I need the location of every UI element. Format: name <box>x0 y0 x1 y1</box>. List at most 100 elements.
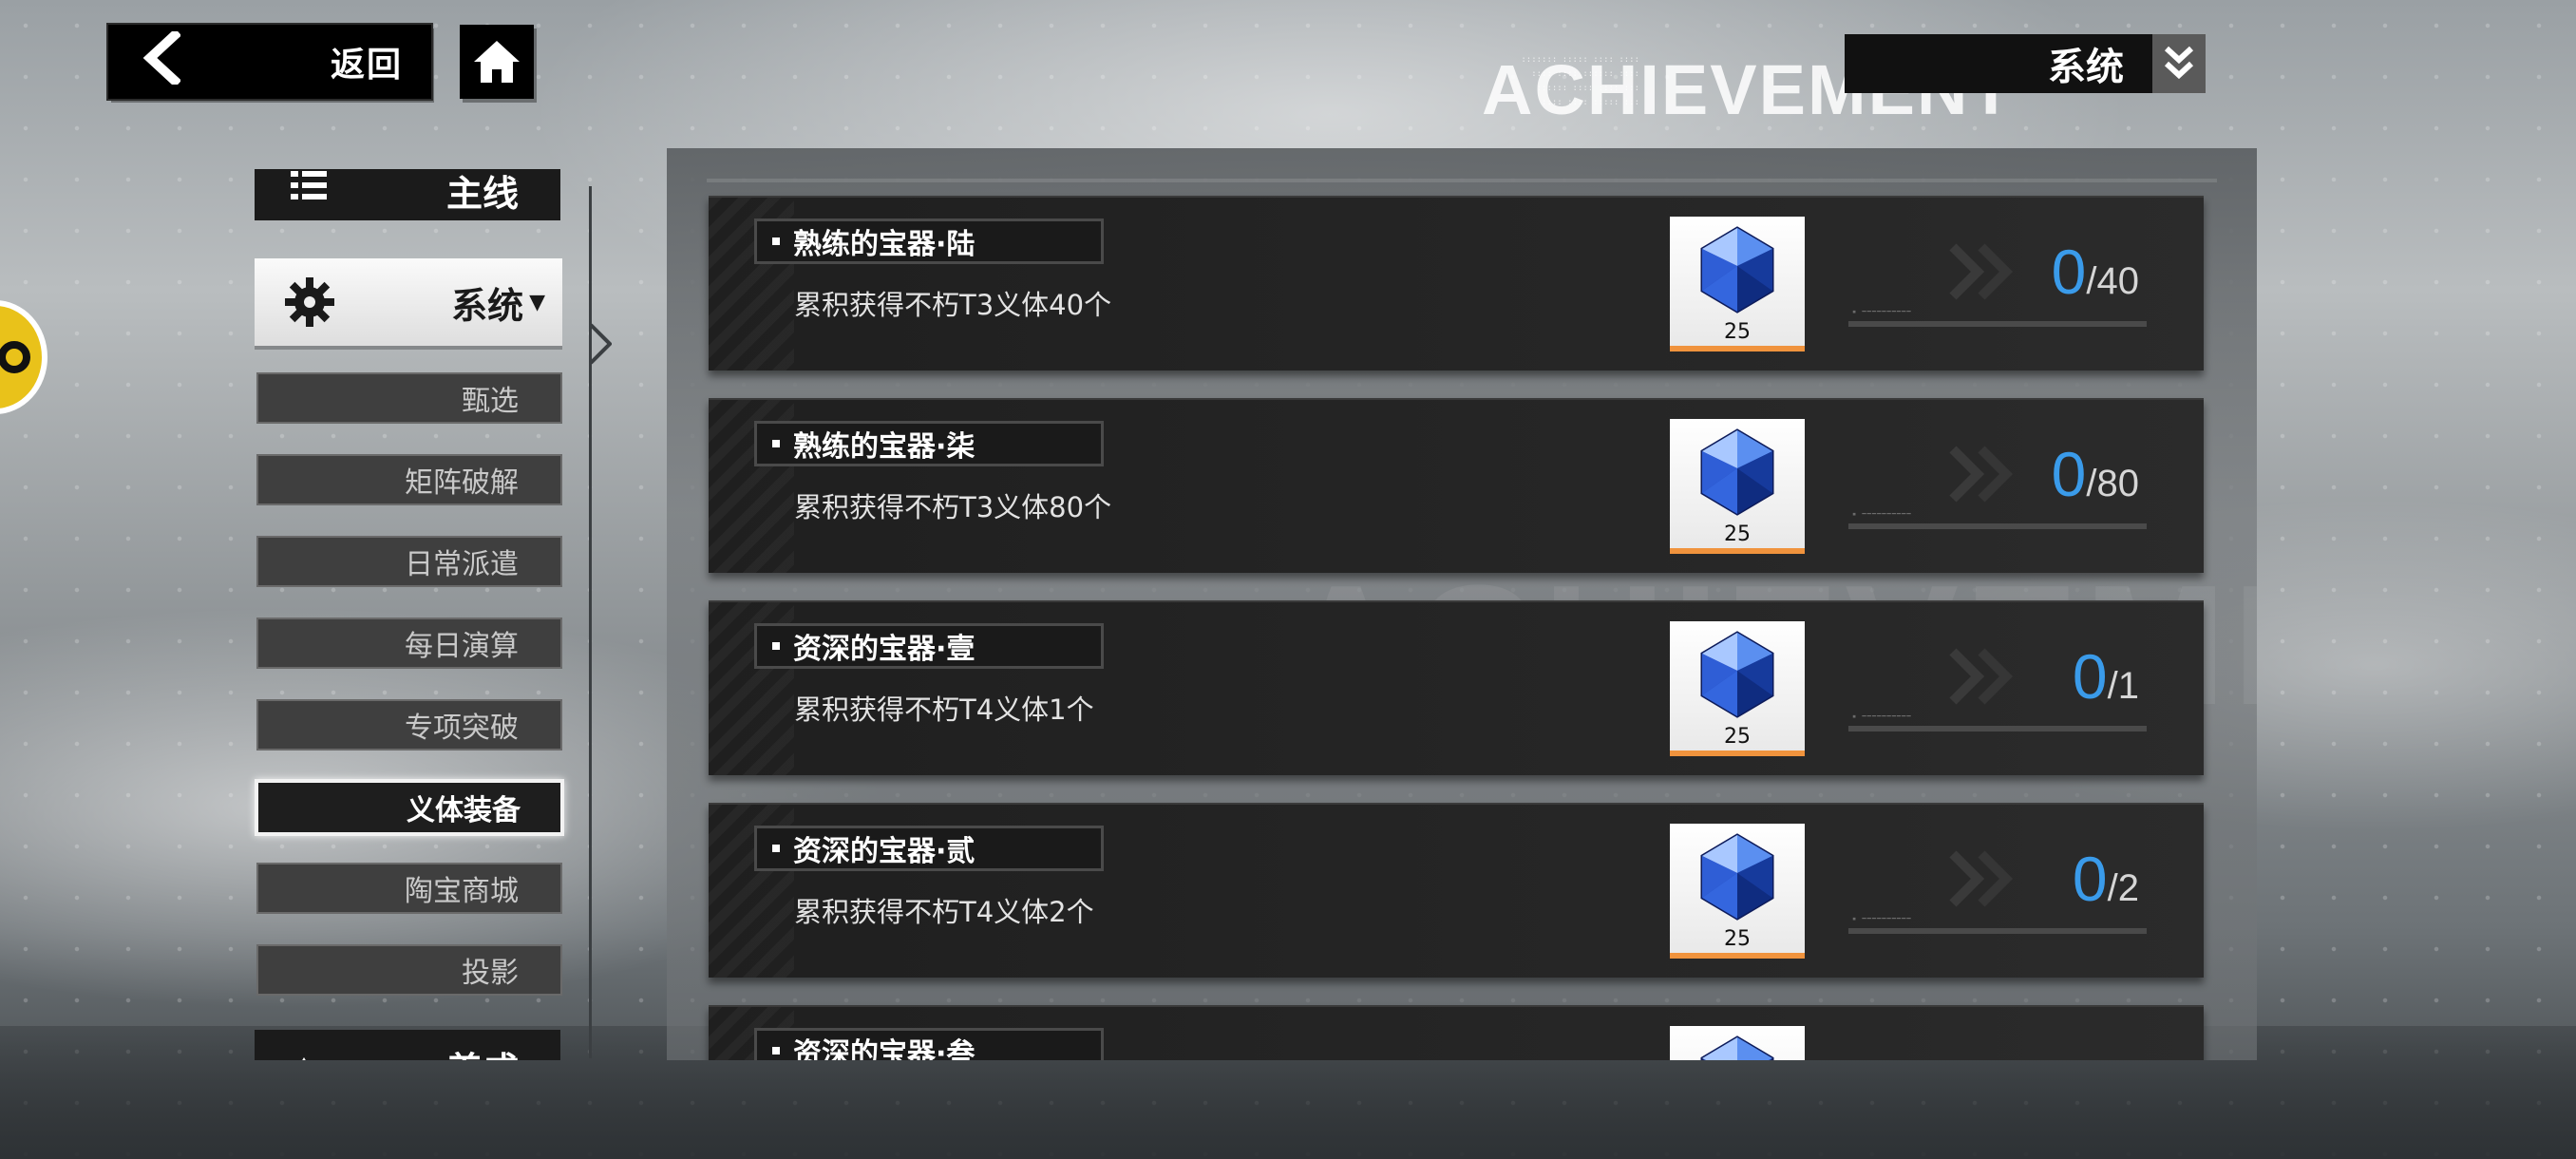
progress-total: /40 <box>2086 260 2139 302</box>
triangle-icon <box>293 1043 315 1060</box>
achievement-title-text: 资深的宝器·壹 <box>793 633 975 666</box>
achievement-panel: ACHIEVEMENT 熟练的宝器·陆 累积获得不朽T3义体40个 25 ▪ ━… <box>667 148 2257 1060</box>
category-selector[interactable]: 系统 <box>1845 34 2206 93</box>
progress-bar <box>1848 928 2147 934</box>
crystal-icon <box>1700 631 1774 718</box>
category-main[interactable]: 主线 <box>255 169 560 220</box>
bullet-icon <box>772 440 780 447</box>
sidebar-item-implant-gear[interactable]: 义体装备 <box>255 779 564 836</box>
crystal-icon <box>1700 833 1774 921</box>
sidebar-item-label: 专项突破 <box>405 712 519 745</box>
achievement-description: 累积获得不朽T3义体80个 <box>794 491 1112 523</box>
bullet-icon <box>772 845 780 852</box>
progress-total: /1 <box>2107 665 2139 707</box>
progress-bar <box>1848 523 2147 529</box>
home-icon <box>474 41 520 83</box>
achievement-card[interactable]: 资深的宝器·贰 累积获得不朽T4义体2个 25 ▪ ━━━━━━━━━━ 0 /… <box>709 803 2204 978</box>
category-system[interactable]: 系统 ▼ <box>255 258 562 346</box>
category-system-label: 系统 <box>451 284 524 327</box>
sidebar-item-label: 甄选 <box>462 385 519 418</box>
double-chevron-down-icon <box>2164 46 2194 80</box>
chevron-right-icon <box>1949 850 2014 907</box>
caret-down-icon: ▼ <box>529 290 545 314</box>
progress-indicator: ▪ ━━━━━━━━━━ 0 /40 <box>1848 228 2147 332</box>
achievement-title: 资深的宝器·贰 <box>754 826 1104 871</box>
crystal-icon <box>1700 1036 1774 1060</box>
achievement-description: 累积获得不朽T3义体40个 <box>794 289 1112 321</box>
category-dropdown-button[interactable] <box>2152 34 2206 93</box>
progress-current: 0 <box>2051 237 2087 307</box>
reward-item[interactable]: 25 <box>1670 419 1805 554</box>
progress-current: 0 <box>2051 439 2087 509</box>
reward-item[interactable]: 25 <box>1670 217 1805 352</box>
sidebar-item-projection[interactable]: 投影 <box>256 944 562 996</box>
progress-caption: ▪ ━━━━━━━━━━ <box>1852 510 1912 518</box>
sidebar-item-daily-calc[interactable]: 每日演算 <box>256 618 562 669</box>
progress-count: 0 /40 <box>2052 236 2139 308</box>
reward-quantity: 25 <box>1724 725 1751 749</box>
achievement-card[interactable]: 资深的宝器·壹 累积获得不朽T4义体1个 25 ▪ ━━━━━━━━━━ 0 /… <box>709 600 2204 775</box>
crystal-icon <box>1700 226 1774 314</box>
sidebar-item-label: 投影 <box>462 957 519 990</box>
progress-bar <box>1848 726 2147 732</box>
back-button[interactable]: 返回 <box>108 25 431 99</box>
achievement-list[interactable]: ACHIEVEMENT 熟练的宝器·陆 累积获得不朽T3义体40个 25 ▪ ━… <box>667 148 2257 1060</box>
category-main-label: 主线 <box>445 172 519 215</box>
achievement-title: 资深的宝器·壹 <box>754 623 1104 669</box>
achievement-card[interactable]: 熟练的宝器·陆 累积获得不朽T3义体40个 25 ▪ ━━━━━━━━━━ 0 … <box>709 196 2204 370</box>
chevron-right-icon <box>1949 648 2014 705</box>
reward-item[interactable]: 25 <box>1670 824 1805 959</box>
sidebar-item-matrix[interactable]: 矩阵破解 <box>256 454 562 505</box>
list-icon <box>289 169 329 216</box>
chevron-right-icon <box>1949 243 2014 300</box>
reward-quantity: 25 <box>1724 927 1751 951</box>
sidebar-item-shop[interactable]: 陶宝商城 <box>256 863 562 914</box>
progress-count: 0 /1 <box>2073 640 2139 712</box>
chevron-right-icon <box>1949 446 2014 503</box>
reward-quantity: 25 <box>1724 522 1751 546</box>
progress-indicator: ▪ ━━━━━━━━━━ 0 /1 <box>1848 633 2147 737</box>
bullet-icon <box>772 238 780 245</box>
sidebar-item-label: 矩阵破解 <box>405 466 519 500</box>
back-label: 返回 <box>330 46 403 85</box>
achievement-title-text: 熟练的宝器·柒 <box>793 430 975 464</box>
achievement-title-text: 熟练的宝器·陆 <box>793 228 975 261</box>
sidebar-item-zhenxuan[interactable]: 甄选 <box>256 372 562 424</box>
reward-item[interactable]: 25 <box>1670 621 1805 756</box>
progress-count: 0 /80 <box>2052 438 2139 510</box>
sidebar-item-breakthrough[interactable]: 专项突破 <box>256 699 562 750</box>
bullet-icon <box>772 642 780 650</box>
progress-caption: ▪ ━━━━━━━━━━ <box>1852 308 1912 315</box>
achievement-card[interactable]: 熟练的宝器·柒 累积获得不朽T3义体80个 25 ▪ ━━━━━━━━━━ 0 … <box>709 398 2204 573</box>
sidebar: 主线 系统 ▼ 甄选 矩阵破解 日常派遣 每日演算 专项突破 义体装备 陶宝商城… <box>247 169 608 1060</box>
progress-indicator: ▪ ━━━━━━━━━━ 0 /80 <box>1848 430 2147 535</box>
progress-current: 0 <box>2072 641 2108 712</box>
achievement-title: 熟练的宝器·陆 <box>754 218 1104 264</box>
reward-quantity: 25 <box>1724 320 1751 344</box>
chevron-left-icon <box>142 28 182 93</box>
progress-bar <box>1848 321 2147 327</box>
progress-caption: ▪ ━━━━━━━━━━ <box>1852 712 1912 720</box>
sidebar-item-label: 义体装备 <box>407 794 521 827</box>
home-button[interactable] <box>460 25 534 99</box>
progress-total: /2 <box>2107 867 2139 909</box>
sidebar-item-dispatch[interactable]: 日常派遣 <box>256 536 562 587</box>
category-selector-label: 系统 <box>2048 46 2124 89</box>
panel-divider <box>707 179 2217 182</box>
reward-item[interactable]: 25 <box>1670 1026 1805 1060</box>
achievement-description: 累积获得不朽T4义体2个 <box>794 896 1094 928</box>
achievement-card[interactable]: 资深的宝器·叁 25 <box>709 1005 2204 1060</box>
progress-caption: ▪ ━━━━━━━━━━ <box>1852 915 1912 922</box>
crystal-icon <box>1700 428 1774 516</box>
category-growth[interactable]: 养成 <box>255 1030 560 1060</box>
achievement-title-text: 资深的宝器·叁 <box>793 1037 975 1060</box>
progress-total: /80 <box>2086 463 2139 504</box>
sidebar-item-label: 每日演算 <box>405 630 519 663</box>
sidebar-item-label: 陶宝商城 <box>405 875 519 908</box>
achievement-title-text: 资深的宝器·贰 <box>793 835 975 868</box>
sidebar-item-label: 日常派遣 <box>405 548 519 581</box>
gear-icon <box>283 276 336 337</box>
achievement-description: 累积获得不朽T4义体1个 <box>794 694 1094 726</box>
ring-icon <box>0 341 30 373</box>
progress-current: 0 <box>2072 844 2108 914</box>
